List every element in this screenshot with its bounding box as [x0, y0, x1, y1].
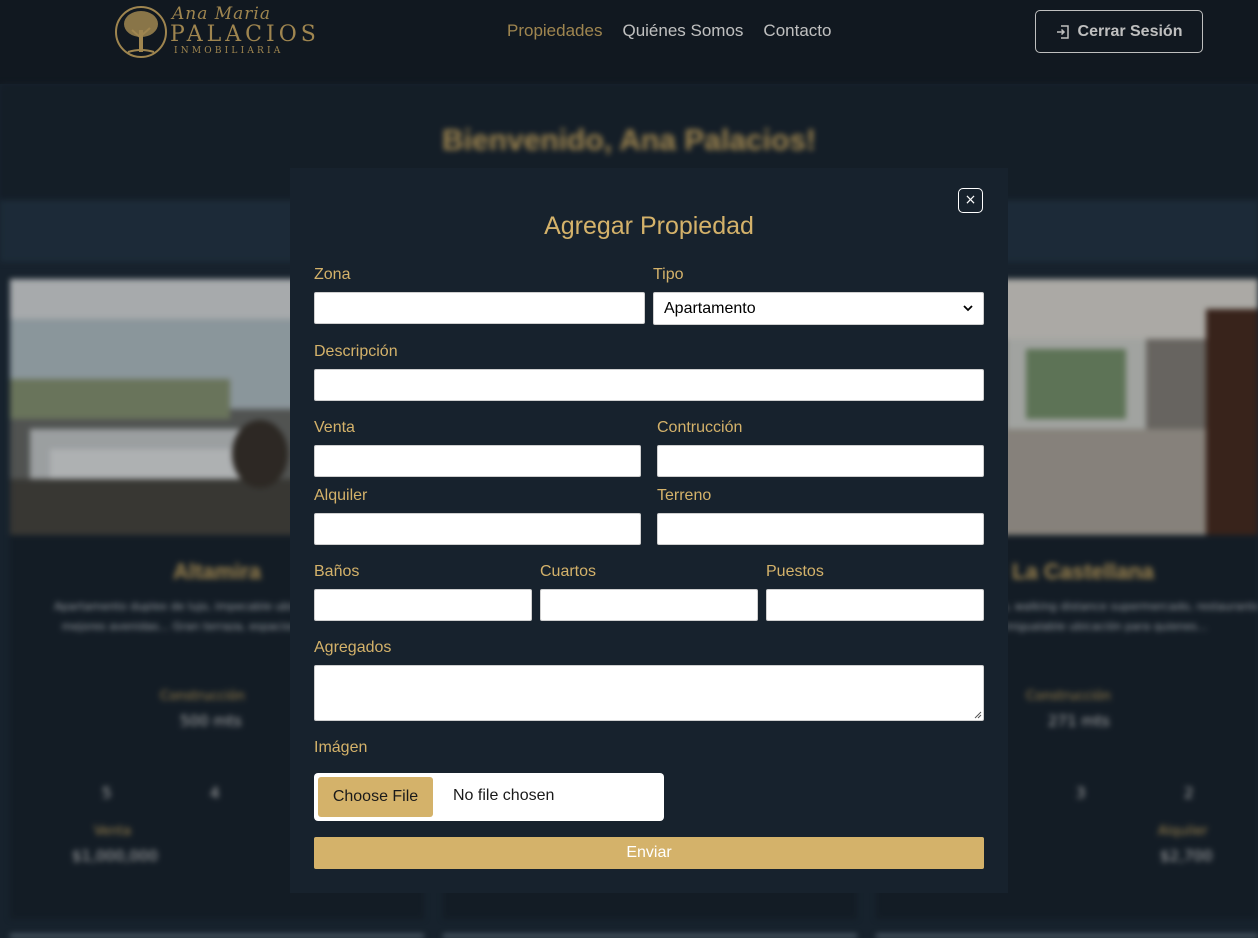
tipo-select[interactable]: Apartamento [653, 292, 984, 325]
resize-grip-icon[interactable] [974, 711, 982, 719]
agregados-textarea[interactable] [314, 665, 984, 721]
descripcion-input[interactable] [314, 369, 984, 401]
tipo-label: Tipo [653, 266, 684, 283]
cuartos-label: Cuartos [540, 563, 597, 580]
venta-label: Venta [314, 419, 355, 436]
descripcion-label: Descripción [314, 343, 398, 360]
file-status: No file chosen [453, 787, 555, 804]
puestos-input[interactable] [766, 589, 984, 621]
close-button[interactable]: × [958, 188, 983, 213]
add-property-modal: × Agregar Propiedad Zona Tipo Apartament… [290, 168, 1008, 893]
choose-file-button[interactable]: Choose File [318, 777, 433, 817]
chevron-down-icon [963, 303, 973, 315]
construccion-label: Contrucción [657, 419, 743, 436]
agregados-label: Agregados [314, 639, 392, 656]
venta-input[interactable] [314, 445, 641, 477]
modal-title: Agregar Propiedad [544, 212, 754, 240]
construccion-input[interactable] [657, 445, 984, 477]
imagen-label: Imágen [314, 739, 368, 756]
alquiler-label: Alquiler [314, 487, 368, 504]
zona-label: Zona [314, 266, 351, 283]
banos-input[interactable] [314, 589, 532, 621]
banos-label: Baños [314, 563, 360, 580]
zona-input[interactable] [314, 292, 645, 324]
submit-button[interactable]: Enviar [314, 837, 984, 869]
alquiler-input[interactable] [314, 513, 641, 545]
puestos-label: Puestos [766, 563, 824, 580]
tipo-selected-value: Apartamento [664, 299, 756, 317]
image-file-input[interactable]: Choose File No file chosen [314, 773, 664, 821]
cuartos-input[interactable] [540, 589, 758, 621]
terreno-label: Terreno [657, 487, 712, 504]
terreno-input[interactable] [657, 513, 984, 545]
